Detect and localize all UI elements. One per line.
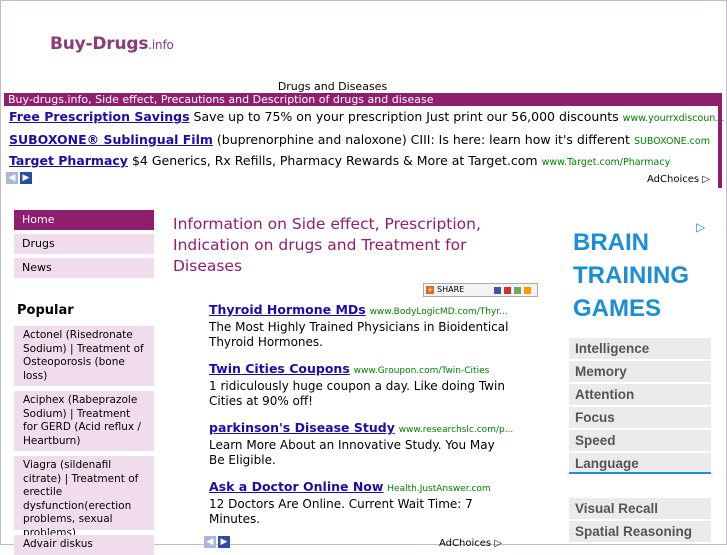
adchoices-icon: ▷ [702,174,710,185]
nav-news[interactable]: News [14,258,154,278]
popular-heading: Popular [17,303,74,318]
content-ad-1: Thyroid Hormone MDs www.BodyLogicMD.com/… [209,302,509,350]
site-logo[interactable]: Buy-Drugs.info [50,34,174,54]
nav-home[interactable]: Home [14,210,154,230]
brain-ad-title[interactable]: BRAIN TRAINING GAMES [573,226,689,325]
skill-intelligence[interactable]: Intelligence [569,338,711,359]
content-ad-4-text: 12 Doctors Are Online. Current Wait Time… [209,497,473,526]
top-ad-2-link[interactable]: SUBOXONE® Sublingual Film [9,132,213,147]
skill-attention[interactable]: Attention [569,384,711,405]
top-ad-3-url[interactable]: www.Target.com/Pharmacy [542,157,671,168]
skill-speed[interactable]: Speed [569,430,711,451]
top-ad-3-link[interactable]: Target Pharmacy [9,153,128,168]
ad-info-icon[interactable]: ▷ [696,220,705,234]
content-ad-2: Twin Cities Coupons www.Groupon.com/Twin… [209,361,509,409]
content-ad-2-link[interactable]: Twin Cities Coupons [209,361,350,376]
content-ad-4-url[interactable]: Health.JustAnswer.com [387,484,490,494]
prev-arrow-icon[interactable]: ◀ [204,536,216,548]
top-ad-3: Target Pharmacy $4 Generics, Rx Refills,… [9,153,670,168]
popular-item-advair[interactable]: Advair diskus [14,535,154,555]
skill-visual-recall[interactable]: Visual Recall [569,498,711,519]
page-title: Information on Side effect, Prescription… [173,215,481,275]
content-ad-1-link[interactable]: Thyroid Hormone MDs [209,302,366,317]
popular-item-viagra[interactable]: Viagra (sildenafil citrate) | Treatment … [14,456,154,539]
content-ad-3-url[interactable]: www.researchslc.com/p... [399,425,514,435]
content-ad-3-text: Learn More About an Innovative Study. Yo… [209,438,495,467]
top-adchoices[interactable]: AdChoices ▷ [647,174,710,185]
top-ad-2: SUBOXONE® Sublingual Film (buprenorphine… [9,132,710,147]
social-icons [494,286,534,294]
top-ad-2-text: (buprenorphine and naloxone) CIII: Is he… [216,132,630,147]
top-ad-3-text: $4 Generics, Rx Refills, Pharmacy Reward… [131,153,538,168]
popular-item-actonel[interactable]: Actonel (Risedronate Sodium) | Treatment… [14,326,154,386]
top-ad-2-url[interactable]: SUBOXONE.com [634,136,710,147]
next-arrow-icon[interactable]: ▶ [218,536,230,548]
content-ad-4: Ask a Doctor Online Now Health.JustAnswe… [209,479,509,527]
share-button[interactable]: + SHARE [423,283,538,297]
content-ad-2-text: 1 ridiculously huge coupon a day. Like d… [209,379,505,408]
content-ad-3-link[interactable]: parkinson's Disease Study [209,420,395,435]
content-ad-1-url[interactable]: www.BodyLogicMD.com/Thyr... [370,307,508,317]
nav-drugs[interactable]: Drugs [14,234,154,254]
top-ad-1-text: Save up to 75% on your prescription Just… [193,109,619,124]
content-ad-3: parkinson's Disease Study www.researchsl… [209,420,513,468]
content-ad-1-text: The Most Highly Trained Physicians in Bi… [209,320,509,349]
adchoices-icon: ▷ [494,538,502,549]
skill-spatial-reasoning[interactable]: Spatial Reasoning [569,521,711,542]
content-ad-4-link[interactable]: Ask a Doctor Online Now [209,479,383,494]
top-ad-1-link[interactable]: Free Prescription Savings [9,109,190,124]
skill-language[interactable]: Language [569,453,711,474]
top-ad-unit: Free Prescription Savings Save up to 75%… [4,106,724,191]
top-ad-1: Free Prescription Savings Save up to 75%… [9,109,724,124]
next-arrow-icon[interactable]: ▶ [20,172,32,184]
skill-focus[interactable]: Focus [569,407,711,428]
content-adchoices[interactable]: AdChoices ▷ [439,538,502,549]
top-ad-1-url[interactable]: www.yourrxdiscoun... [623,113,725,124]
top-ad-pager: ◀ ▶ [6,172,34,191]
tagline-bar: Buy-drugs.info, Side effect, Precautions… [4,93,722,106]
skill-memory[interactable]: Memory [569,361,711,382]
popular-item-aciphex[interactable]: Aciphex (Rabeprazole Sodium) | Treatment… [14,391,154,451]
prev-arrow-icon[interactable]: ◀ [6,172,18,184]
content-ad-pager: ◀ ▶ [204,536,232,555]
plus-icon: + [426,286,434,294]
content-ad-2-url[interactable]: www.Groupon.com/Twin-Cities [354,366,490,376]
site-subtitle: Drugs and Diseases [277,80,388,93]
